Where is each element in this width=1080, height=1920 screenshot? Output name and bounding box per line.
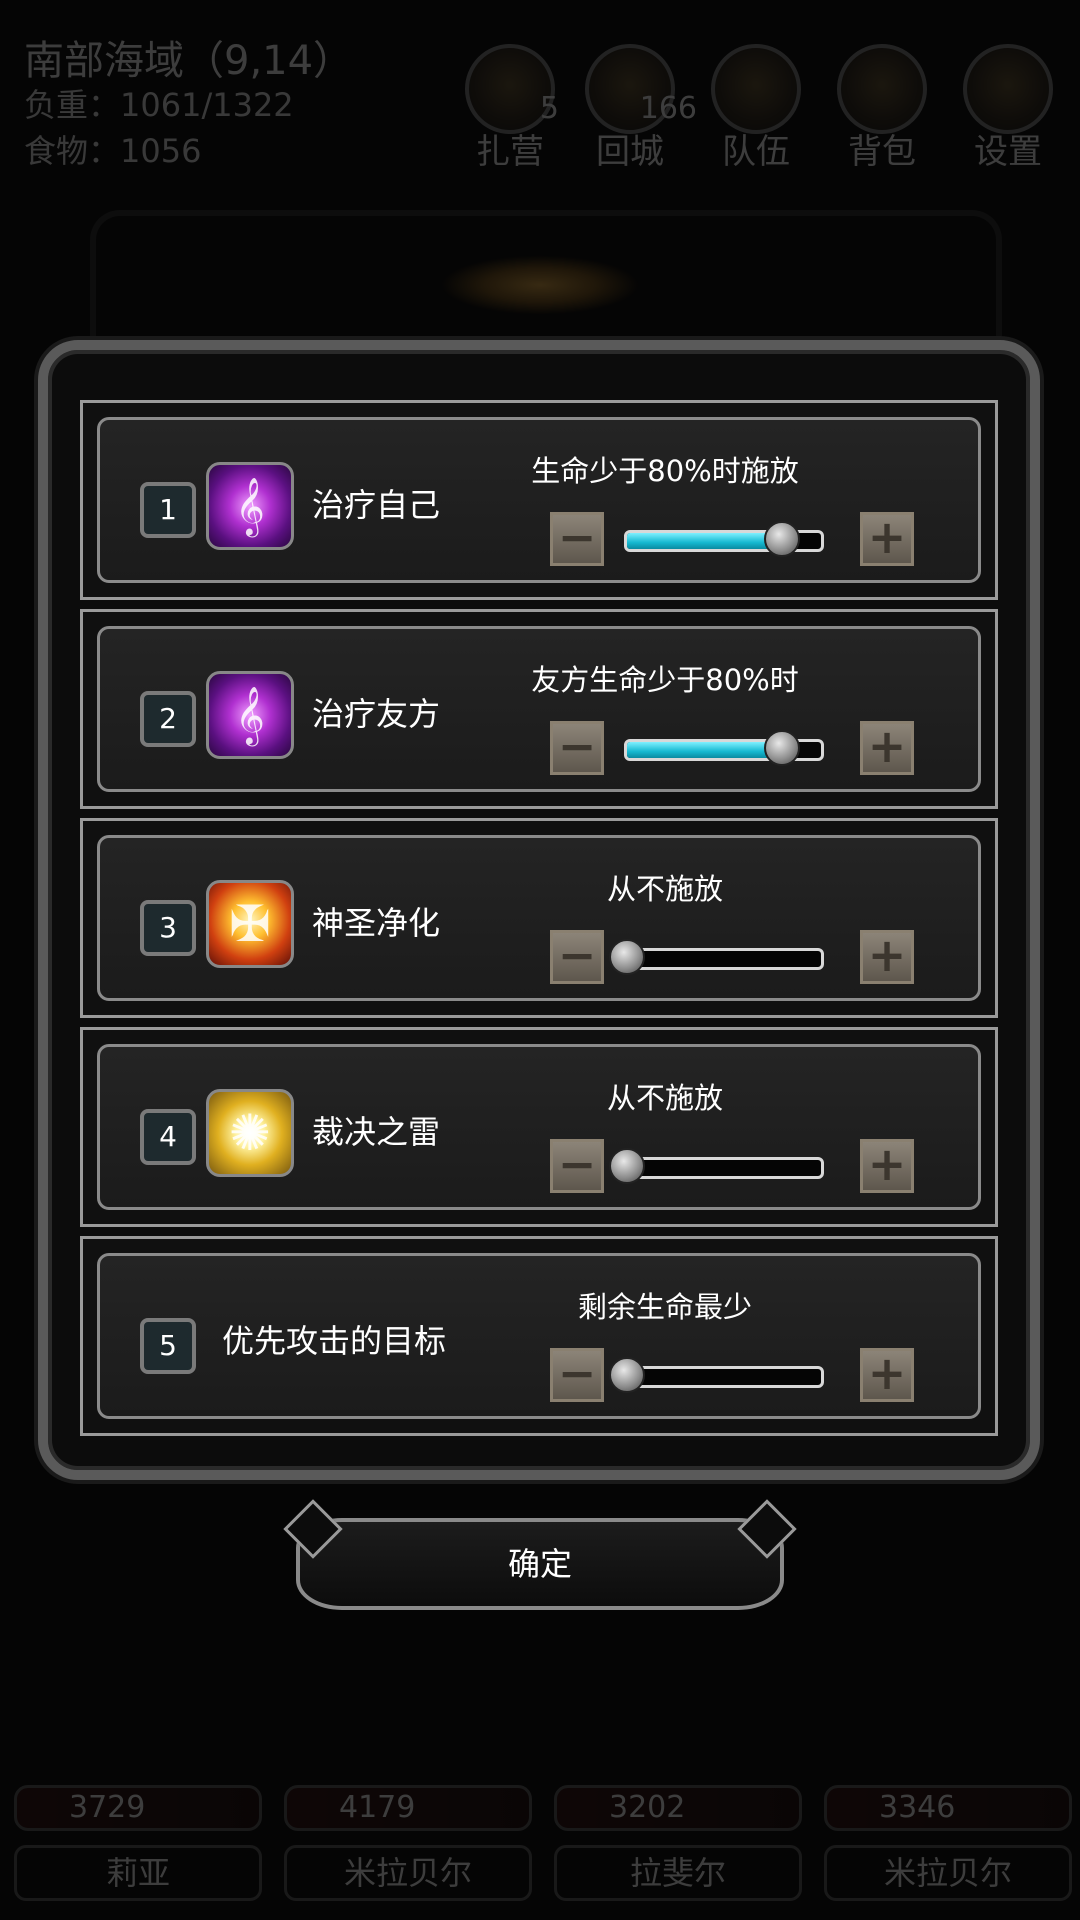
weight-label: 负重：1061/1322 (24, 86, 294, 124)
heal-icon: 𝄞 (206, 462, 294, 550)
decrease-button[interactable]: − (550, 1348, 604, 1402)
skill-row-panel: 4 ✺ 裁决之雷 从不施放 − + (97, 1044, 981, 1210)
cast-condition: 友方生命少于80%时 (531, 663, 799, 697)
thunder-icon: ✺ (206, 1089, 294, 1177)
tent-icon: 5 (465, 44, 559, 134)
slider-knob[interactable] (609, 1357, 645, 1393)
slider-knob[interactable] (764, 730, 801, 766)
condition-slider[interactable] (609, 1357, 824, 1393)
skill-name: 治疗自己 (312, 486, 441, 524)
skill-row-panel: 5 优先攻击的目标 剩余生命最少 − + (97, 1253, 981, 1419)
skill-row-panel: 1 𝄞 治疗自己 生命少于80%时施放 − + (97, 417, 981, 583)
party-slot: 3729 莉亚 (14, 1785, 262, 1905)
heal-icon: 𝄞 (206, 671, 294, 759)
skill-name: 治疗友方 (312, 695, 441, 733)
skill-row: 1 𝄞 治疗自己 生命少于80%时施放 − + (80, 400, 998, 600)
slider-knob[interactable] (609, 1148, 645, 1184)
increase-button[interactable]: + (860, 1348, 914, 1402)
skill-row: 5 优先攻击的目标 剩余生命最少 − + (80, 1236, 998, 1436)
condition-slider[interactable] (624, 730, 824, 766)
target-rule: 剩余生命最少 (577, 1290, 752, 1324)
settings-button: 设置 (960, 44, 1056, 172)
portal-icon: 166 (585, 44, 697, 134)
bag-button: 背包 (834, 44, 930, 172)
increase-button[interactable]: + (860, 930, 914, 984)
decrease-button[interactable]: − (550, 721, 604, 775)
condition-slider[interactable] (624, 521, 824, 557)
slot-number: 2 (140, 691, 196, 747)
skill-name: 裁决之雷 (312, 1113, 441, 1151)
cast-condition: 生命少于80%时施放 (531, 454, 799, 488)
slot-number: 5 (140, 1318, 196, 1374)
skill-row-panel: 2 𝄞 治疗友方 友方生命少于80%时 − + (97, 626, 981, 792)
increase-button[interactable]: + (860, 1139, 914, 1193)
decrease-button[interactable]: − (550, 930, 604, 984)
gear-icon (963, 44, 1053, 134)
return-city-button: 166 回城 (582, 44, 697, 172)
decrease-button[interactable]: − (550, 1139, 604, 1193)
slider-knob[interactable] (764, 521, 801, 557)
location-label: 南部海域（9,14） (24, 38, 354, 84)
team-icon (711, 44, 801, 134)
cast-condition: 从不施放 (606, 872, 723, 906)
skill-row: 2 𝄞 治疗友方 友方生命少于80%时 − + (80, 609, 998, 809)
slot-number: 4 (140, 1109, 196, 1165)
skill-row-panel: 3 ✠ 神圣净化 从不施放 − + (97, 835, 981, 1001)
slider-knob[interactable] (609, 939, 645, 975)
skill-row: 3 ✠ 神圣净化 从不施放 − + (80, 818, 998, 1018)
food-label: 食物：1056 (24, 132, 202, 170)
holy-cross-icon: ✠ (206, 880, 294, 968)
confirm-button[interactable]: 确定 (296, 1518, 784, 1610)
party-slot: 3202 拉斐尔 (554, 1785, 802, 1905)
slot-number: 1 (140, 482, 196, 538)
cast-condition: 从不施放 (606, 1081, 723, 1115)
increase-button[interactable]: + (860, 721, 914, 775)
decrease-button[interactable]: − (550, 512, 604, 566)
target-priority-label: 优先攻击的目标 (222, 1322, 447, 1360)
skill-row: 4 ✺ 裁决之雷 从不施放 − + (80, 1027, 998, 1227)
increase-button[interactable]: + (860, 512, 914, 566)
condition-slider[interactable] (609, 1148, 824, 1184)
condition-slider[interactable] (609, 939, 824, 975)
party-slot: 3346 米拉贝尔 (824, 1785, 1072, 1905)
slot-number: 3 (140, 900, 196, 956)
bag-icon (837, 44, 927, 134)
skill-name: 神圣净化 (312, 904, 441, 942)
slider-fill (627, 742, 783, 758)
team-button: 队伍 (708, 44, 804, 172)
slider-fill (627, 533, 783, 549)
party-slot: 4179 米拉贝尔 (284, 1785, 532, 1905)
camp-button: 5 扎营 (462, 44, 559, 172)
